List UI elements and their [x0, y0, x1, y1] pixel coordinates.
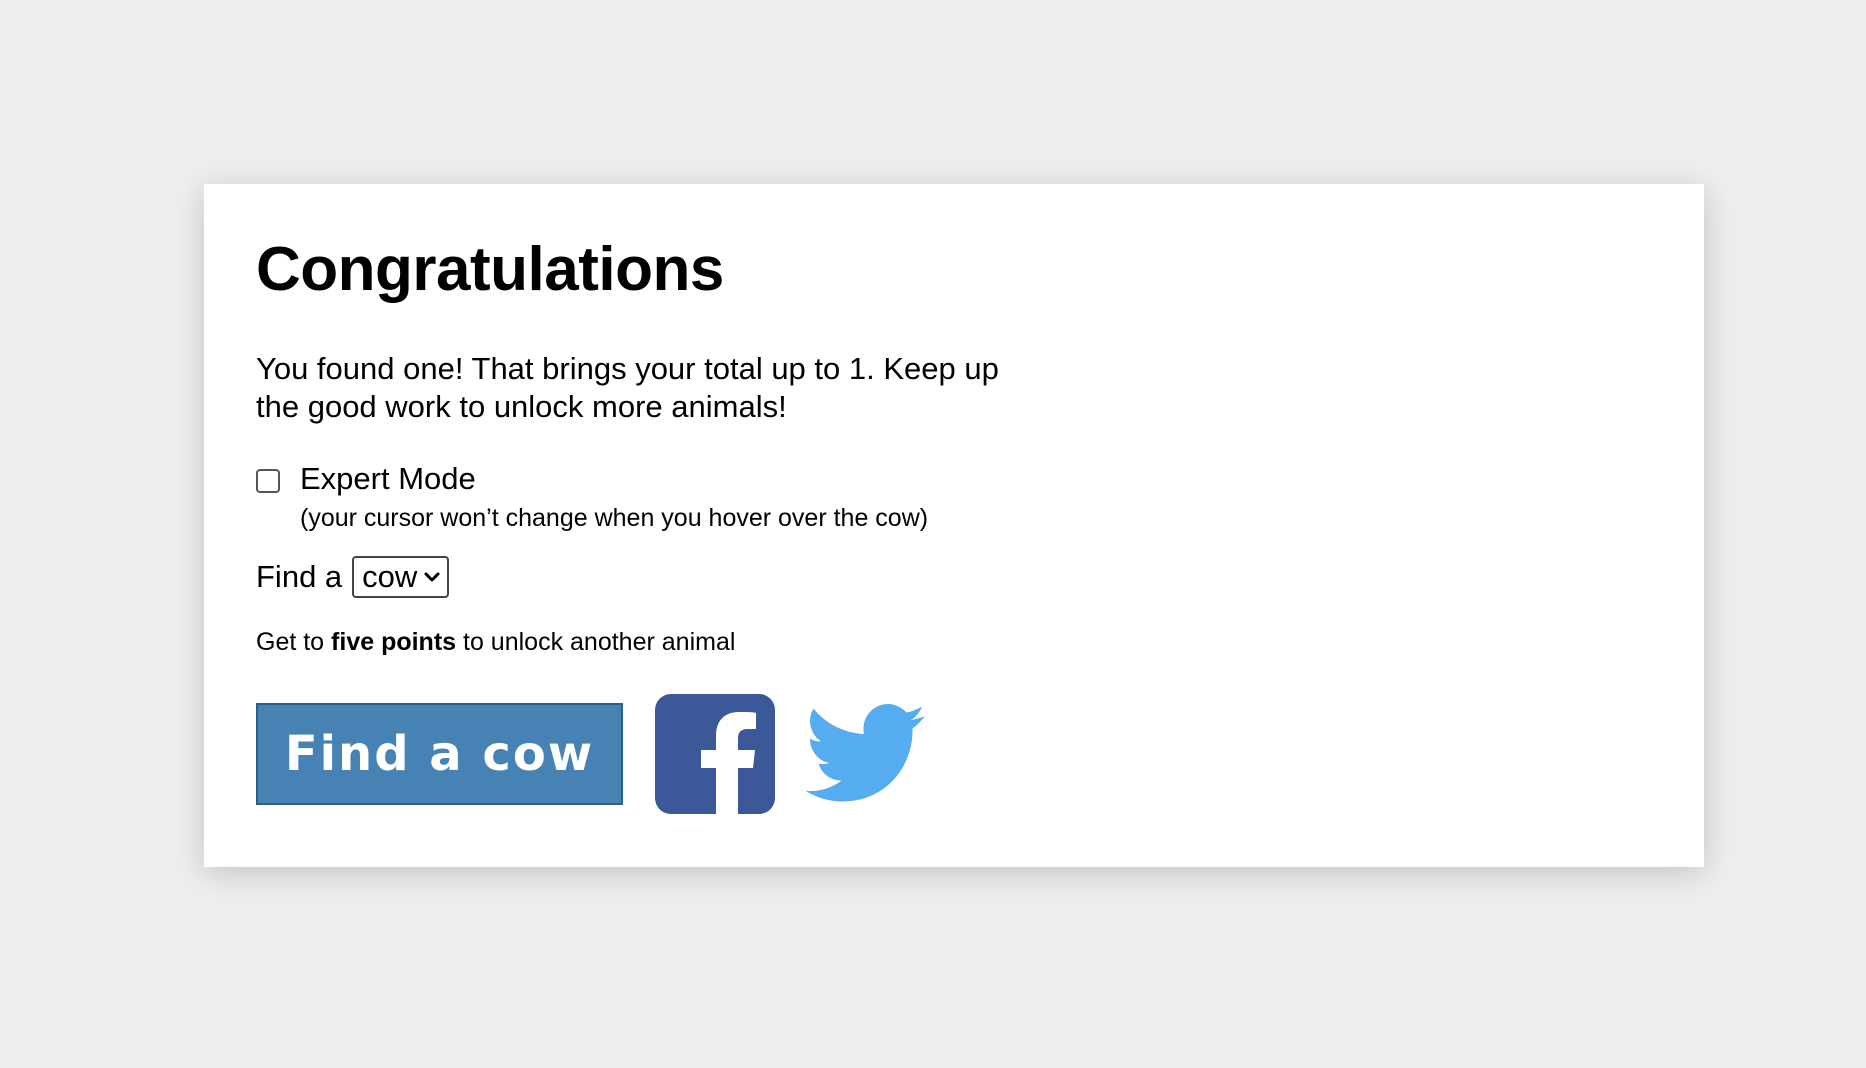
action-row: Find a cow — [256, 694, 1652, 815]
result-message: You found one! That brings your total up… — [256, 351, 999, 425]
animal-selector-row: Find a cow — [256, 556, 1652, 599]
unlock-goal-text: Get to five points to unlock another ani… — [256, 626, 1652, 658]
facebook-icon[interactable] — [655, 694, 775, 815]
animal-select[interactable]: cow — [352, 556, 450, 599]
congratulations-card: Congratulations You found one! That brin… — [204, 184, 1704, 867]
goal-prefix: Get to — [256, 628, 325, 657]
page-title: Congratulations — [256, 235, 724, 304]
goal-suffix: to unlock another animal — [463, 628, 736, 657]
twitter-icon[interactable] — [805, 704, 925, 804]
expert-mode-note: (your cursor won’t change when you hover… — [300, 504, 929, 533]
expert-mode-option: Expert Mode (your cursor won’t change wh… — [256, 460, 1652, 534]
animal-select-value: cow — [362, 559, 418, 595]
chevron-down-icon — [424, 572, 440, 582]
expert-mode-checkbox[interactable] — [256, 469, 280, 494]
expert-mode-label[interactable]: Expert Mode — [300, 460, 928, 498]
goal-emphasis: five points — [331, 628, 457, 657]
find-label: Find a — [256, 559, 343, 595]
find-animal-button[interactable]: Find a cow — [256, 703, 623, 806]
